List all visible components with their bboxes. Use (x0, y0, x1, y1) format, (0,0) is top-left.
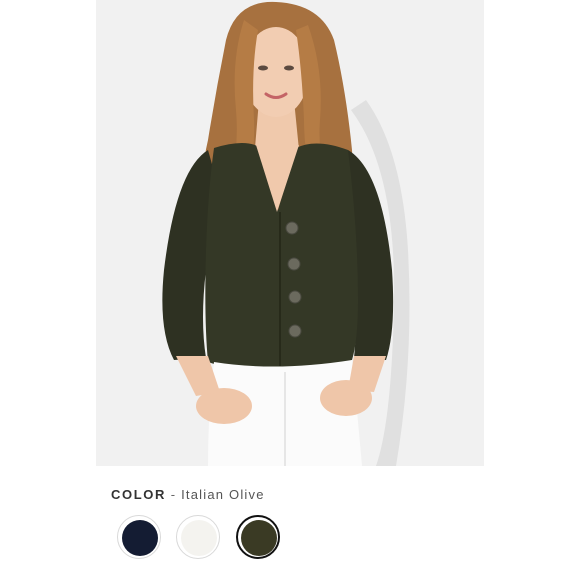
selected-color-name: Italian Olive (181, 487, 265, 502)
swatch-white[interactable] (176, 515, 220, 559)
swatch-navy[interactable] (117, 515, 161, 559)
color-heading: COLOR (111, 487, 166, 502)
swatch-italian-olive[interactable] (236, 515, 280, 559)
swatch-italian-olive-fill (241, 520, 277, 556)
color-selection-label: COLOR - Italian Olive (111, 487, 265, 502)
swatch-navy-fill (122, 520, 158, 556)
product-photo (96, 0, 484, 466)
color-separator: - (170, 487, 177, 502)
model-illustration (96, 0, 484, 466)
swatch-white-fill (181, 520, 217, 556)
